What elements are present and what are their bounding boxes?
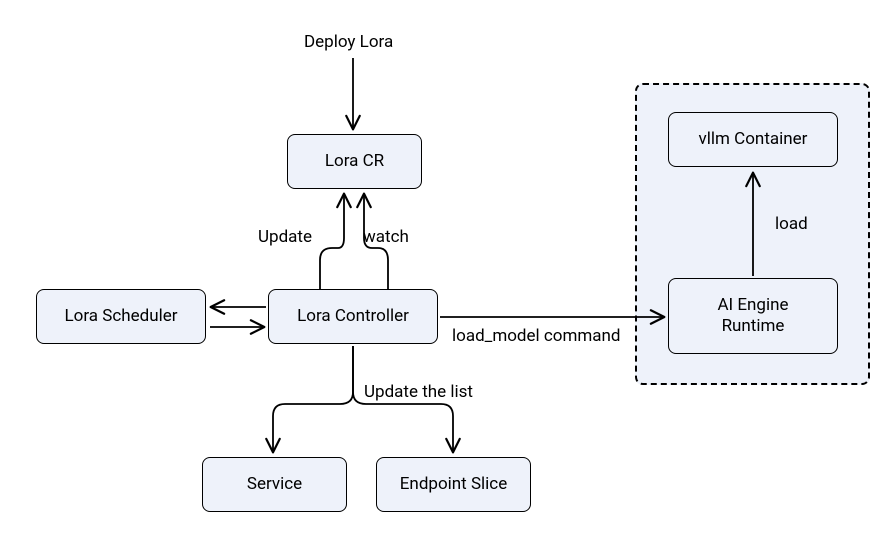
node-label: Lora Scheduler: [65, 306, 178, 327]
node-label: AI Engine Runtime: [717, 295, 788, 338]
node-ai-engine-runtime: AI Engine Runtime: [668, 278, 838, 354]
node-lora-controller: Lora Controller: [268, 289, 438, 344]
node-label: Endpoint Slice: [400, 474, 507, 495]
node-endpoint-slice: Endpoint Slice: [376, 457, 531, 512]
label-deploy-lora: Deploy Lora: [304, 32, 393, 52]
node-vllm-container: vllm Container: [668, 112, 838, 167]
node-service: Service: [202, 457, 347, 512]
node-label: Lora Controller: [297, 306, 409, 327]
node-lora-scheduler: Lora Scheduler: [36, 289, 206, 344]
label-load: load: [775, 214, 808, 234]
node-label: Service: [247, 474, 302, 495]
label-update: Update: [258, 227, 312, 247]
diagram-canvas: { "labels": { "deploy": "Deploy Lora", "…: [0, 0, 889, 554]
node-label: vllm Container: [699, 129, 808, 150]
node-lora-cr: Lora CR: [287, 134, 422, 189]
label-watch: watch: [363, 227, 409, 247]
label-update-list: Update the list: [364, 382, 473, 402]
node-label: Lora CR: [325, 151, 384, 172]
label-load-model: load_model command: [452, 326, 621, 346]
